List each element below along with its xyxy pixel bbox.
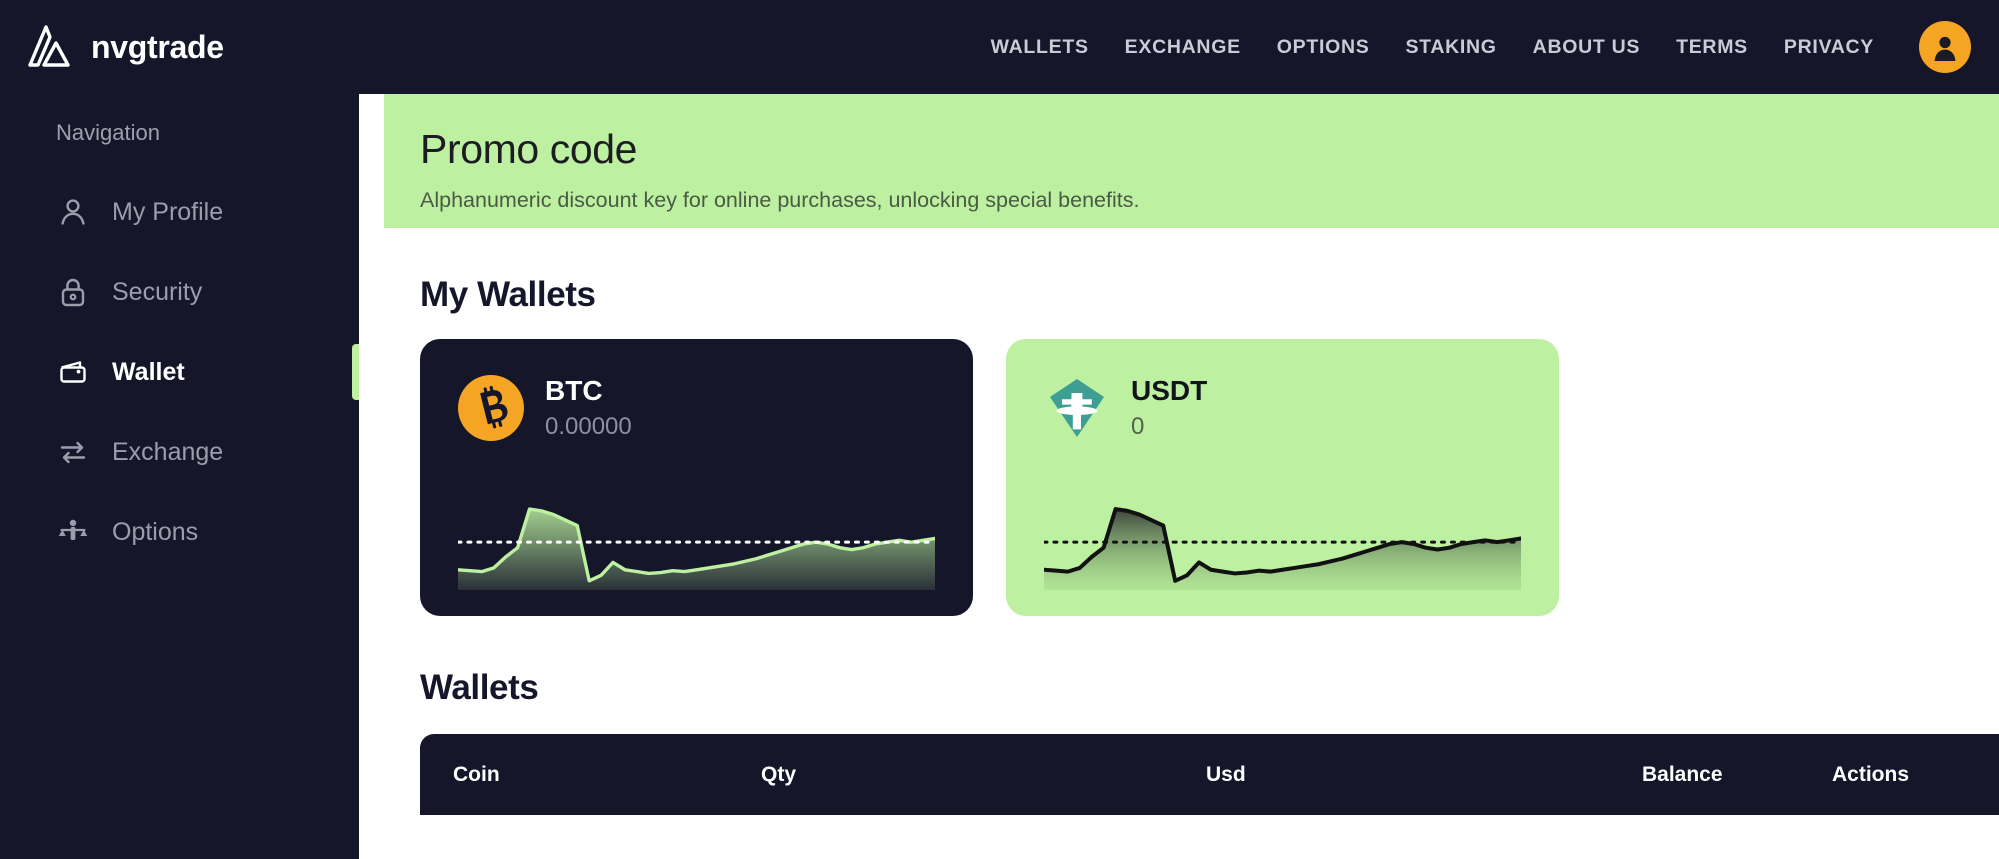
top-nav-item-about-us[interactable]: ABOUT US — [1533, 36, 1640, 59]
wallets-table: Coin Qty Usd Balance Actions — [420, 734, 1999, 815]
sidebar-item-label: Security — [112, 277, 203, 306]
top-nav-item-staking[interactable]: STAKING — [1405, 36, 1496, 59]
wallet-card-meta: BTC 0.00000 — [545, 375, 632, 440]
user-avatar-icon[interactable] — [1919, 21, 1971, 73]
wallets-table-header-row: Coin Qty Usd Balance Actions — [420, 734, 1999, 815]
wallet-card-sparkline-usdt — [1042, 498, 1523, 590]
column-header-actions[interactable]: Actions — [1832, 763, 1982, 787]
sidebar-item-label: Options — [112, 517, 199, 546]
tether-icon — [1044, 375, 1110, 441]
sidebar-item-label: Exchange — [112, 437, 224, 466]
promo-title: Promo code — [420, 125, 638, 172]
wallet-card-btc[interactable]: BTC 0.00000 — [420, 339, 973, 616]
column-header-balance[interactable]: Balance — [1642, 763, 1832, 787]
sidebar-item-label: Wallet — [112, 357, 185, 386]
top-nav-item-options[interactable]: OPTIONS — [1277, 36, 1370, 59]
top-nav-item-terms[interactable]: TERMS — [1676, 36, 1748, 59]
exchange-arrows-icon — [56, 435, 90, 469]
sidebar-heading: Navigation — [56, 120, 160, 145]
lock-icon — [56, 275, 90, 309]
wallet-card-symbol: USDT — [1131, 375, 1208, 407]
wallet-card-symbol: BTC — [545, 375, 603, 407]
brand-logo[interactable]: nvgtrade — [26, 25, 224, 69]
top-nav-item-exchange[interactable]: EXCHANGE — [1125, 36, 1241, 59]
top-nav-item-privacy[interactable]: PRIVACY — [1784, 36, 1874, 59]
person-icon — [56, 195, 90, 229]
main-content: Promo code Alphanumeric discount key for… — [359, 94, 1999, 859]
sidebar: Navigation My Profile Security Wallet Ex… — [0, 94, 359, 859]
page-root: nvgtrade WALLETS EXCHANGE OPTIONS STAKIN… — [0, 0, 1999, 859]
top-nav-links: WALLETS EXCHANGE OPTIONS STAKING ABOUT U… — [991, 36, 1874, 59]
sidebar-item-my-profile[interactable]: My Profile — [0, 180, 359, 244]
sidebar-item-security[interactable]: Security — [0, 260, 359, 324]
nvg-triangle-logo-icon — [26, 25, 74, 69]
balance-scale-icon — [56, 515, 90, 549]
wallet-icon — [56, 355, 90, 389]
active-indicator — [352, 344, 359, 400]
promo-code-banner: Promo code Alphanumeric discount key for… — [384, 94, 1999, 228]
column-header-coin[interactable]: Coin — [453, 763, 761, 787]
wallet-card-usdt[interactable]: USDT 0 — [1006, 339, 1559, 616]
wallet-cards: BTC 0.00000 USDT 0 — [420, 339, 1999, 616]
wallet-card-amount: 0 — [1131, 412, 1145, 440]
wallet-card-header: USDT 0 — [1044, 375, 1559, 441]
wallet-card-amount: 0.00000 — [545, 412, 632, 440]
top-navigation-bar: nvgtrade WALLETS EXCHANGE OPTIONS STAKIN… — [0, 0, 1999, 94]
wallet-card-meta: USDT 0 — [1131, 375, 1207, 440]
sidebar-item-wallet[interactable]: Wallet — [0, 340, 359, 404]
my-wallets-title: My Wallets — [420, 275, 596, 314]
sidebar-item-exchange[interactable]: Exchange — [0, 420, 359, 484]
wallet-card-header: BTC 0.00000 — [458, 375, 973, 441]
promo-subtitle: Alphanumeric discount key for online pur… — [420, 188, 1140, 213]
column-header-usd[interactable]: Usd — [1206, 763, 1642, 787]
body-row: Navigation My Profile Security Wallet Ex… — [0, 94, 1999, 859]
wallets-table-title: Wallets — [420, 668, 539, 707]
sidebar-item-options[interactable]: Options — [0, 500, 359, 564]
brand-name: nvgtrade — [91, 28, 224, 65]
top-nav-item-wallets[interactable]: WALLETS — [991, 36, 1089, 59]
sidebar-item-label: My Profile — [112, 197, 224, 226]
column-header-qty[interactable]: Qty — [761, 763, 1206, 787]
bitcoin-icon — [458, 375, 524, 441]
wallet-card-sparkline-btc — [456, 498, 937, 590]
